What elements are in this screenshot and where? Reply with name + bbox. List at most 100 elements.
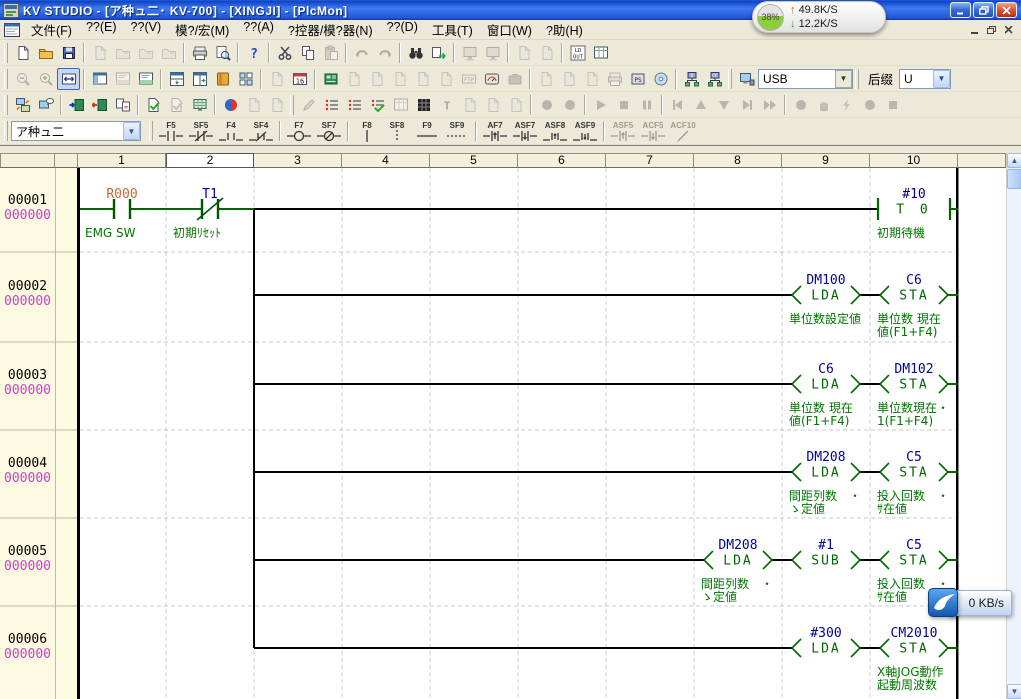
toolbar-grip[interactable] xyxy=(149,121,153,141)
chevron-down-icon[interactable]: ▼ xyxy=(933,70,950,88)
copy-icon[interactable] xyxy=(296,42,319,64)
column-header-9[interactable]: 9 xyxy=(782,153,870,168)
ladder-element-instr[interactable]: STADM102単位数現在・1(F1+F4) xyxy=(877,362,949,428)
program-check-icon[interactable] xyxy=(142,94,165,116)
library-window-icon[interactable] xyxy=(211,68,234,90)
project-window-icon[interactable] xyxy=(88,68,111,90)
menu-item-4[interactable]: ??(A) xyxy=(236,18,281,41)
unit-config-icon[interactable] xyxy=(319,68,342,90)
thunder-bird-icon[interactable] xyxy=(928,588,958,617)
column-header-10[interactable]: 10 xyxy=(870,153,958,168)
suffix-combo[interactable]: U▼ xyxy=(899,69,951,89)
menu-item-0[interactable]: 文件(F) xyxy=(24,18,79,41)
close-button[interactable] xyxy=(996,2,1017,18)
batch-monitor-icon[interactable] xyxy=(343,94,366,116)
toolbar-grip[interactable] xyxy=(4,43,8,63)
fkey-sf5-button[interactable]: SF5 xyxy=(186,119,216,143)
fkey-asf7-button[interactable]: ASF7 xyxy=(510,119,540,143)
ladder-element-instr[interactable]: LDADM208間距列数 ・ゝ定値 xyxy=(789,450,861,516)
column-header-6[interactable]: 6 xyxy=(518,153,606,168)
mdi-minimize-button[interactable] xyxy=(966,22,983,37)
circuit-diagram-icon[interactable] xyxy=(589,42,612,64)
mdi-close-button[interactable] xyxy=(1000,22,1017,37)
comm-monitor-icon[interactable] xyxy=(735,68,758,90)
ladder-element-instr[interactable]: STAC5投入回数 ・ｻ在値 xyxy=(877,450,949,516)
open-file-icon[interactable] xyxy=(34,42,57,64)
column-header-4[interactable]: 4 xyxy=(342,153,430,168)
cclink-icon[interactable]: CC xyxy=(703,68,726,90)
minimize-button[interactable] xyxy=(950,2,971,18)
meter-setting-icon[interactable] xyxy=(480,68,503,90)
network-meter-widget[interactable]: 38% ↑ 49.8K/S ↓ 12.2K/S xyxy=(752,1,886,33)
find-icon[interactable] xyxy=(404,42,427,64)
ladder-element-contact[interactable]: R000EMG SW xyxy=(85,187,138,240)
fkey-sf9-button[interactable]: SF9 xyxy=(442,119,472,143)
read-plc-icon[interactable] xyxy=(88,94,111,116)
fkey-af7-button[interactable]: AF7 xyxy=(480,119,510,143)
toolbar-grip[interactable] xyxy=(4,69,8,89)
fkey-sf7-button[interactable]: SF7 xyxy=(314,119,344,143)
fkey-f4-button[interactable]: F4 xyxy=(216,119,246,143)
comm-port-combo[interactable]: USB▼ xyxy=(758,69,853,89)
verify-plc-icon[interactable]: = xyxy=(111,94,134,116)
fkey-f8-button[interactable]: F8 xyxy=(352,119,382,143)
cut-icon[interactable] xyxy=(273,42,296,64)
toolbar-grip[interactable] xyxy=(728,69,732,89)
chevron-down-icon[interactable]: ▼ xyxy=(123,122,140,140)
ladder-canvas[interactable]: R000EMG SWT1初期ﾘｾｯﾄT 0#10初期待機LDADM100単位数設… xyxy=(0,168,1006,699)
ladder-element-instr[interactable]: STAC6単位数 現在値(F1+F4) xyxy=(877,273,948,339)
rung-row-header-00006[interactable]: 00006000000 xyxy=(0,606,55,699)
column-header-2[interactable]: 2 xyxy=(166,153,254,168)
save-icon[interactable] xyxy=(57,42,80,64)
ld-out-list-icon[interactable]: LDOUT xyxy=(566,42,589,64)
ps-setting-icon[interactable]: PS xyxy=(626,68,649,90)
scroll-thumb[interactable] xyxy=(1007,169,1021,189)
help-icon[interactable]: ? xyxy=(242,42,265,64)
rung-row-header-00005[interactable]: 00005000000 xyxy=(0,518,55,606)
menu-item-7[interactable]: 工具(T) xyxy=(425,18,480,41)
column-header-7[interactable]: 7 xyxy=(606,153,694,168)
devicenet-icon[interactable]: D xyxy=(680,68,703,90)
toolbar-grip[interactable] xyxy=(855,69,859,89)
menu-item-5[interactable]: ?控器/模?器(N) xyxy=(281,18,380,41)
simulator-icon[interactable] xyxy=(188,94,211,116)
print-preview-icon[interactable] xyxy=(211,42,234,64)
menu-item-3[interactable]: 模?/宏(M) xyxy=(168,18,236,41)
output-window-icon[interactable] xyxy=(134,68,157,90)
menu-item-2[interactable]: ??(V) xyxy=(124,18,169,41)
fkey-asf8-button[interactable]: ASF8 xyxy=(540,119,570,143)
toolbar-grip[interactable] xyxy=(4,121,8,141)
plc-message-icon[interactable] xyxy=(34,94,57,116)
new-file-icon[interactable] xyxy=(11,42,34,64)
ladder-element-contact_nc[interactable]: T1初期ﾘｾｯﾄ xyxy=(173,187,223,240)
mdi-restore-button[interactable] xyxy=(983,22,1000,37)
write-plc-icon[interactable] xyxy=(65,94,88,116)
split-upper-icon[interactable] xyxy=(165,68,188,90)
fkey-sf8-button[interactable]: SF8 xyxy=(382,119,412,143)
fkey-sf4-button[interactable]: SF4 xyxy=(246,119,276,143)
custom-monitor-icon[interactable] xyxy=(366,94,389,116)
restore-button[interactable] xyxy=(973,2,994,18)
chevron-down-icon[interactable]: ▼ xyxy=(835,70,852,88)
fkey-asf9-button[interactable]: ASF9 xyxy=(570,119,600,143)
ladder-element-instr[interactable]: LDADM208間距列数 ・ゝ定値 xyxy=(701,538,773,604)
editor-mode-combo[interactable]: ア种ュ二▼ xyxy=(11,121,141,141)
replace-icon[interactable] xyxy=(427,42,450,64)
zoom-fit-icon[interactable] xyxy=(57,68,80,90)
ladder-element-instr[interactable]: LDA#300 xyxy=(792,626,860,657)
menu-item-8[interactable]: 窗口(W) xyxy=(480,18,539,41)
ladder-element-instr[interactable]: STACM2010X軸JOG動作起動周波数 xyxy=(877,626,948,692)
scroll-up-button[interactable]: ▲ xyxy=(1007,153,1021,168)
ladder-element-instr[interactable]: LDAC6単位数 現在値(F1+F4) xyxy=(789,362,860,428)
toolbar-grip[interactable] xyxy=(4,95,8,115)
ladder-grid[interactable]: R000EMG SWT1初期ﾘｾｯﾄT 0#10初期待機LDADM100単位数設… xyxy=(0,168,1006,699)
fkey-f7-button[interactable]: F7 xyxy=(284,119,314,143)
unit-editor-icon[interactable] xyxy=(234,68,257,90)
toolbar-grip[interactable] xyxy=(290,95,294,115)
fkey-f5-button[interactable]: F5 xyxy=(156,119,186,143)
matrix-monitor-icon[interactable] xyxy=(412,94,435,116)
split-lower-icon[interactable] xyxy=(188,68,211,90)
menu-item-9[interactable]: ?助(H) xyxy=(539,18,590,41)
rung-row-header-00004[interactable]: 00004000000 xyxy=(0,430,55,518)
column-header-1[interactable]: 1 xyxy=(78,153,166,168)
